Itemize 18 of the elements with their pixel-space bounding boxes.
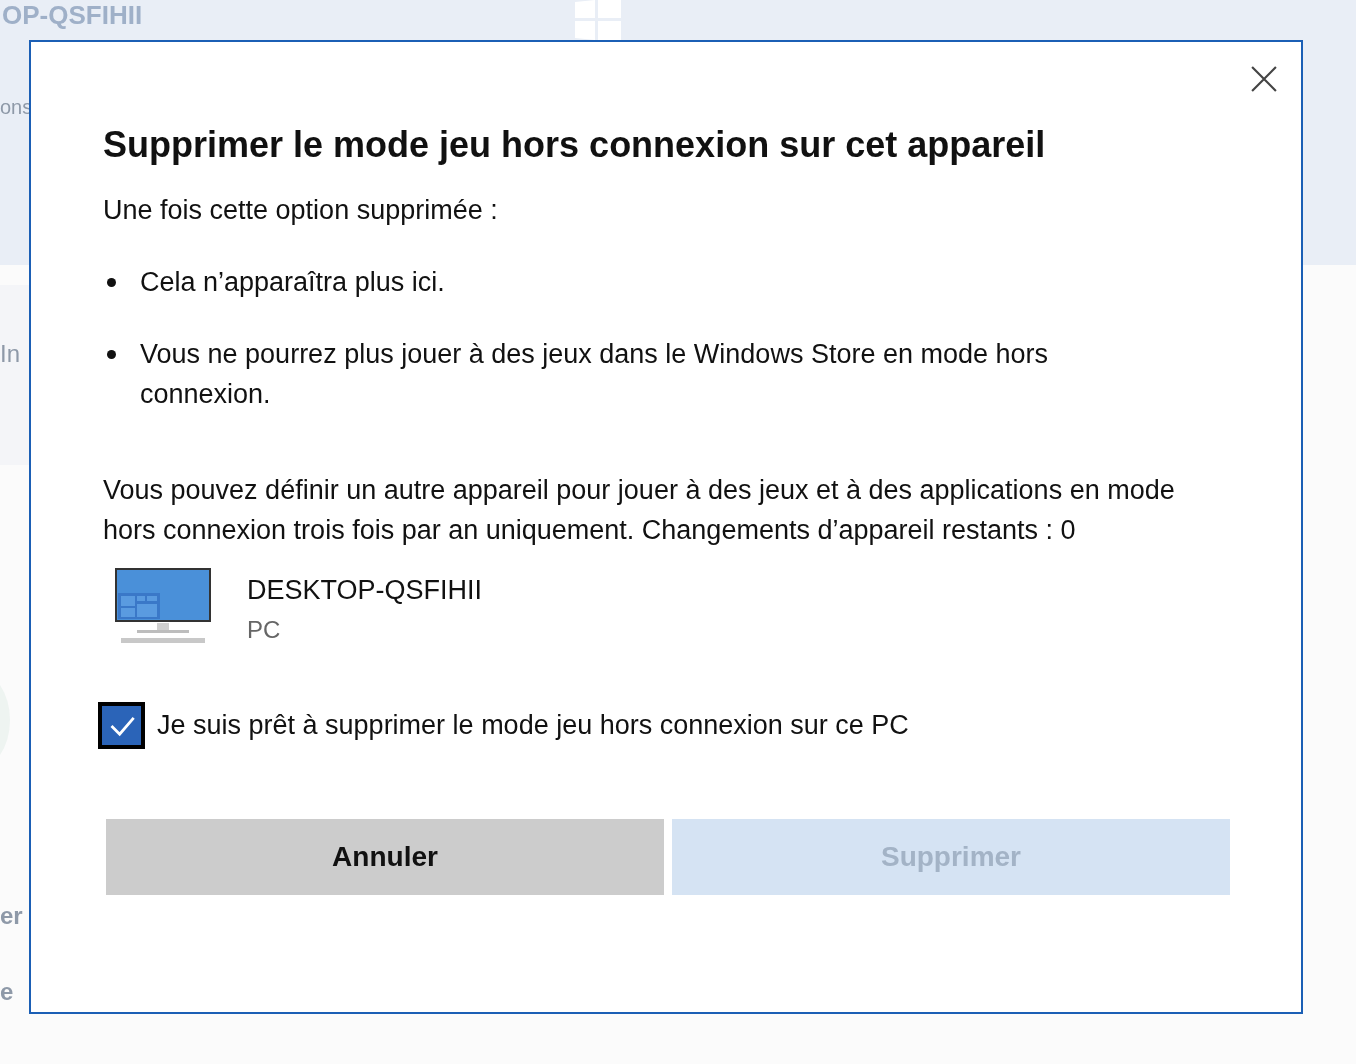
info-paragraph: Vous pouvez définir un autre appareil pour jouer à des jeux et à des applications en mode hors connexion trois fois par an uniquement. Changements d’appareil restants : 0 (103, 474, 1176, 547)
intro-text: Une fois cette option supprimée : (103, 194, 499, 227)
background-title: OP-QSFIHII (2, 2, 143, 28)
background-label: er (0, 902, 23, 930)
bullet-icon (107, 278, 116, 287)
bullet-icon (107, 350, 116, 359)
background-label: In (0, 340, 20, 368)
cancel-button[interactable]: Annuler (106, 819, 664, 895)
close-icon (1251, 66, 1277, 92)
close-button[interactable] (1251, 66, 1277, 92)
device-name: DESKTOP-QSFIHII (247, 574, 483, 607)
bullet-text: Vous ne pourrez plus jouer à des jeux dans le Windows Store en mode hors connexion. (140, 338, 1050, 411)
background-label: e (0, 978, 14, 1006)
dialog-title: Supprimer le mode jeu hors connexion sur cet appareil (103, 123, 1047, 167)
bullet-text: Cela n’apparaîtra plus ici. (140, 266, 445, 299)
device-type: PC (247, 615, 282, 645)
checkbox[interactable] (98, 702, 145, 749)
checkbox-label: Je suis prêt à supprimer le mode jeu hors connexion sur ce PC (157, 710, 909, 741)
